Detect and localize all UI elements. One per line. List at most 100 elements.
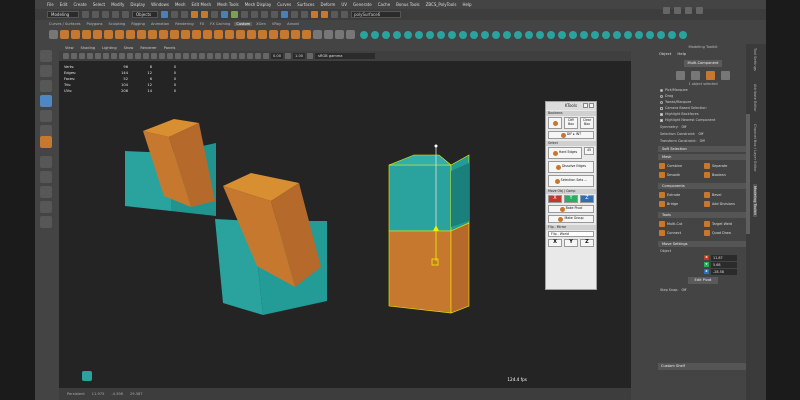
xray-joints-icon[interactable] <box>247 53 253 59</box>
xray-components-icon[interactable] <box>255 53 261 59</box>
hard-edges-button[interactable]: Hard Edges <box>548 147 582 159</box>
add-divisions-button[interactable]: Add Divisions <box>704 200 747 208</box>
freeze-transform-icon[interactable] <box>313 30 322 39</box>
poly-sphere-icon[interactable] <box>82 30 91 39</box>
move-x-button[interactable]: X <box>548 195 562 203</box>
exposure-field[interactable]: 0.00 <box>271 53 284 59</box>
custom-tool-5-icon[interactable] <box>404 30 412 39</box>
ktools-close-icon[interactable] <box>589 103 594 108</box>
single-perspective-layout-icon[interactable] <box>40 156 52 168</box>
fill-hole-icon[interactable] <box>236 30 245 39</box>
menu-cache[interactable]: Cache <box>378 2 390 7</box>
u-shape-object-1[interactable] <box>125 119 216 216</box>
redo-icon[interactable] <box>122 11 129 18</box>
snap-to-view-plane-icon[interactable] <box>281 11 288 18</box>
tab-tool-settings[interactable]: Tool Settings <box>753 48 757 71</box>
camera-attributes-icon[interactable] <box>63 53 69 59</box>
multi-cut-icon[interactable] <box>280 30 289 39</box>
separate-button[interactable]: Separate <box>704 162 747 170</box>
custom-tool-29-icon[interactable] <box>668 30 676 39</box>
move-x-field[interactable]: 11.87 <box>711 254 737 261</box>
panel-menu-view[interactable]: View <box>65 46 74 50</box>
view-transform-dropdown[interactable]: sRGB gamma <box>315 53 376 59</box>
gamma-field[interactable]: 1.00 <box>293 53 306 59</box>
select-by-curve-icon[interactable] <box>211 11 218 18</box>
custom-tool-18-icon[interactable] <box>547 30 555 39</box>
custom-tool-26-icon[interactable] <box>635 30 643 39</box>
rotate-tool-icon[interactable] <box>40 110 52 122</box>
safe-action-icon[interactable] <box>127 53 133 59</box>
paint-select-tool-icon[interactable] <box>40 80 52 92</box>
tab-channel-box[interactable]: Channel Box / Layer Editor <box>753 124 757 172</box>
select-object-icon[interactable] <box>171 11 178 18</box>
selection-constraint-row[interactable]: Selection Constraint: Off <box>656 130 750 137</box>
smooth-icon[interactable] <box>181 30 190 39</box>
four-view-layout-icon[interactable] <box>40 171 52 183</box>
custom-tool-10-icon[interactable] <box>459 30 467 39</box>
custom-tool-16-icon[interactable] <box>525 30 533 39</box>
shelf-tab-xgen[interactable]: XGen <box>254 22 268 26</box>
modeling-toolkit-icon[interactable] <box>663 7 670 14</box>
custom-tool-7-icon[interactable] <box>426 30 434 39</box>
step-snap-row[interactable]: Step Snap: Off <box>656 286 750 293</box>
select-component-icon[interactable] <box>181 11 188 18</box>
persp-outliner-layout-icon[interactable] <box>40 186 52 198</box>
make-group-button[interactable]: Make Group <box>548 215 594 223</box>
transform-constraint-row[interactable]: Transform Constraint: Off <box>656 137 750 144</box>
mtk-menu-help[interactable]: Help <box>677 51 686 56</box>
lasso-tool-icon[interactable] <box>40 65 52 77</box>
menu-windows[interactable]: Windows <box>151 2 169 7</box>
custom-tool-9-icon[interactable] <box>448 30 456 39</box>
quad-draw-button[interactable]: Quad Draw <box>704 229 747 237</box>
wireframe-on-shaded-icon[interactable] <box>167 53 173 59</box>
custom-tool-20-icon[interactable] <box>569 30 577 39</box>
panel-menu-show[interactable]: Show <box>124 46 134 50</box>
render-icon[interactable] <box>311 11 318 18</box>
custom-tool-21-icon[interactable] <box>580 30 588 39</box>
bridge-button[interactable]: Bridge <box>659 200 702 208</box>
booleans-icon[interactable] <box>170 30 179 39</box>
select-by-joint-icon[interactable] <box>201 11 208 18</box>
custom-tool-1-icon[interactable] <box>360 30 368 39</box>
history-icon[interactable] <box>301 11 308 18</box>
poly-cone-icon[interactable] <box>115 30 124 39</box>
dif-int-button[interactable]: DIF ▸ INT <box>548 131 594 139</box>
smooth-button[interactable]: Smooth <box>659 171 702 179</box>
shelf-tab-rendering[interactable]: Rendering <box>173 22 195 26</box>
selected-u-shape-object[interactable] <box>388 154 470 314</box>
menu-curves[interactable]: Curves <box>277 2 291 7</box>
boolean-button[interactable]: Boolean <box>704 171 747 179</box>
custom-tool-30-icon[interactable] <box>679 30 687 39</box>
menu-file[interactable]: File <box>47 2 54 7</box>
select-by-dynamic-icon[interactable] <box>241 11 248 18</box>
ktools-minimize-icon[interactable] <box>583 103 588 108</box>
edge-mode-icon[interactable] <box>691 71 700 80</box>
mirror-icon[interactable] <box>203 30 212 39</box>
flip-x-button[interactable]: X <box>548 239 562 247</box>
soft-selection-header[interactable]: Soft Selection <box>658 146 748 152</box>
separate-icon[interactable] <box>148 30 157 39</box>
shelf-tab-polygons[interactable]: Polygons <box>85 22 105 26</box>
attribute-editor-icon[interactable] <box>674 7 681 14</box>
persp-graph-layout-icon[interactable] <box>40 201 52 213</box>
menu-create[interactable]: Create <box>73 2 86 7</box>
last-tool-icon[interactable] <box>40 136 52 148</box>
custom-tool-19-icon[interactable] <box>558 30 566 39</box>
poly-pipe-icon[interactable] <box>126 30 135 39</box>
menu-help[interactable]: Help <box>462 2 471 7</box>
custom-shelf-header[interactable]: Custom Shelf <box>658 363 746 370</box>
shelf-tab-animation[interactable]: Animation <box>149 22 171 26</box>
snap-to-curve-icon[interactable] <box>261 11 268 18</box>
depth-of-field-icon[interactable] <box>223 53 229 59</box>
bookmark-icon[interactable] <box>71 53 77 59</box>
multi-cut-button[interactable]: Multi-Cut <box>659 220 702 228</box>
custom-tool-3-icon[interactable] <box>382 30 390 39</box>
poly-cube-icon[interactable] <box>60 30 69 39</box>
safe-title-icon[interactable] <box>135 53 141 59</box>
shelf-tab-vray[interactable]: VRay <box>270 22 283 26</box>
diff-box-button[interactable]: Diff Box <box>564 117 578 129</box>
custom-tool-22-icon[interactable] <box>591 30 599 39</box>
poly-torus-icon[interactable] <box>104 30 113 39</box>
custom-tool-2-icon[interactable] <box>371 30 379 39</box>
motion-blur-icon[interactable] <box>207 53 213 59</box>
